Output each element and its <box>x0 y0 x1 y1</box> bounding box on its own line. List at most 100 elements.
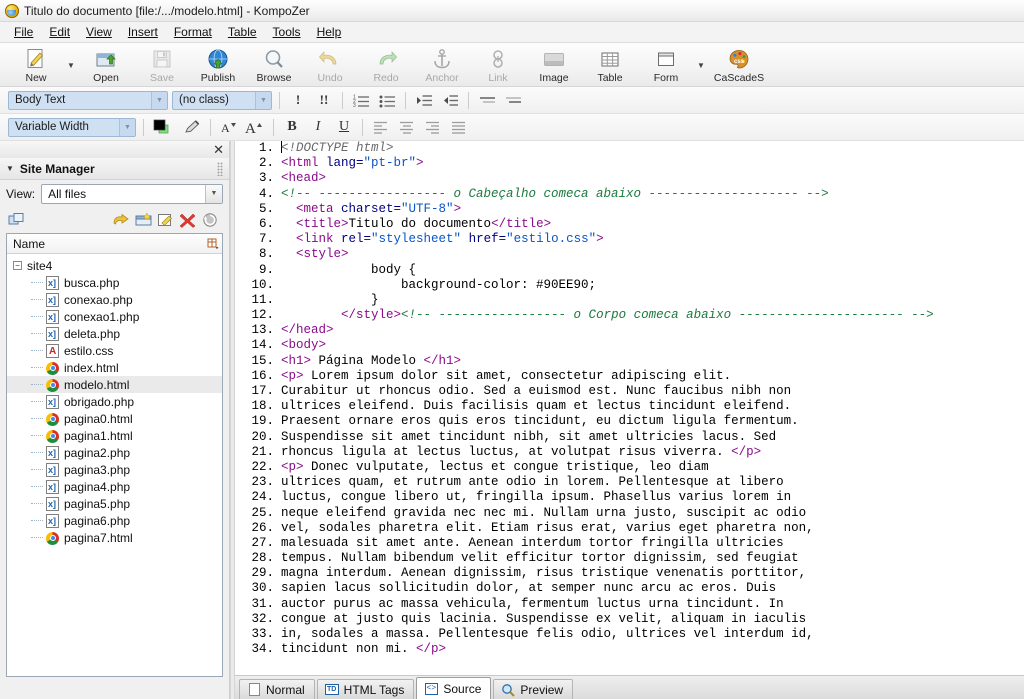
new-button[interactable]: New <box>8 44 64 86</box>
menu-help[interactable]: Help <box>309 23 350 41</box>
menu-file[interactable]: File <box>6 23 41 41</box>
source-line[interactable]: 5. <meta charset="UTF-8"> <box>235 201 1024 217</box>
menu-tools[interactable]: Tools <box>265 23 309 41</box>
indent-button[interactable] <box>413 90 435 111</box>
source-line[interactable]: 29. magna interdum. Aenean dignissim, ris… <box>235 566 1024 582</box>
file-tree-item[interactable]: pagina1.html <box>7 427 222 444</box>
tab-html-tags[interactable]: TD HTML Tags <box>316 679 415 699</box>
delete-file-icon[interactable] <box>177 209 199 231</box>
view-filter-select[interactable]: All files ▼ <box>41 183 223 204</box>
source-line[interactable]: 3. <head> <box>235 171 1024 187</box>
decrease-font-size-button[interactable]: A <box>218 117 240 138</box>
source-line[interactable]: 6. <title>Titulo do documento</title> <box>235 216 1024 233</box>
menu-edit[interactable]: Edit <box>41 23 78 41</box>
link-button[interactable]: Link <box>470 44 526 86</box>
file-tree-item[interactable]: pagina2.php <box>7 444 222 461</box>
tab-preview[interactable]: Preview <box>493 679 574 699</box>
source-line[interactable]: 13. </head> <box>235 323 1024 339</box>
source-line[interactable]: 16. <p> Lorem ipsum dolor sit amet, conse… <box>235 368 1024 384</box>
source-code-area[interactable]: 1. <!DOCTYPE html> 2. <html lang="pt-br"> 3.… <box>235 141 1024 675</box>
source-line[interactable]: 4. <!-- ----------------- o Cabeçalho com… <box>235 186 1024 202</box>
bold-button[interactable]: B <box>281 117 303 138</box>
file-tree-item[interactable]: pagina4.php <box>7 478 222 495</box>
increase-font-size-button[interactable]: A <box>244 117 266 138</box>
menu-insert[interactable]: Insert <box>120 23 166 41</box>
anchor-button[interactable]: Anchor <box>414 44 470 86</box>
file-tree-item[interactable]: conexao1.php <box>7 308 222 325</box>
source-line[interactable]: 26. vel, sodales pharetra elit. Etiam ris… <box>235 520 1024 536</box>
file-tree-item[interactable]: estilo.css <box>7 342 222 359</box>
form-button[interactable]: Form <box>638 44 694 86</box>
menu-view[interactable]: View <box>78 23 120 41</box>
source-line[interactable]: 24. luctus, congue libero ut, fringilla i… <box>235 490 1024 506</box>
source-line[interactable]: 7. <link rel="stylesheet" href="estilo.c… <box>235 232 1024 248</box>
close-icon[interactable]: ✕ <box>213 143 224 156</box>
file-tree-body[interactable]: − site4 busca.php conexao.php conexao1.php… <box>7 254 222 676</box>
file-tree-item[interactable]: pagina6.php <box>7 512 222 529</box>
file-tree-item[interactable]: pagina3.php <box>7 461 222 478</box>
definition-description-button[interactable] <box>502 90 524 111</box>
tree-root-site4[interactable]: − site4 <box>7 257 222 274</box>
tab-normal[interactable]: Normal <box>239 679 315 699</box>
bulleted-list-button[interactable] <box>376 90 398 111</box>
menu-table[interactable]: Table <box>220 23 265 41</box>
source-line[interactable]: 27. malesuada sit amet ante. Aenean inter… <box>235 535 1024 552</box>
undo-button[interactable]: Undo <box>302 44 358 86</box>
refresh-icon[interactable] <box>199 209 221 231</box>
cascades-button[interactable]: css CaScadeS <box>708 44 770 86</box>
source-line[interactable]: 19. Praesent ornare eros quis eros tincid… <box>235 414 1024 430</box>
source-line[interactable]: 33. in, sodales a massa. Pellentesque fel… <box>235 627 1024 643</box>
outdent-button[interactable] <box>439 90 461 111</box>
source-line[interactable]: 31. auctor purus ac massa vehicula, ferme… <box>235 596 1024 612</box>
class-select[interactable]: (no class) ▼ <box>172 90 272 110</box>
new-folder-icon[interactable] <box>133 209 155 231</box>
source-line[interactable]: 23. ultrices quam, et rutrum ante odio in… <box>235 475 1024 491</box>
file-tree-item[interactable]: index.html <box>7 359 222 376</box>
file-tree-item[interactable]: modelo.html <box>7 376 222 393</box>
file-tree-item[interactable]: pagina0.html <box>7 410 222 427</box>
source-line[interactable]: 32. congue at justo quis lacinia. Suspend… <box>235 611 1024 627</box>
file-tree-item[interactable]: deleta.php <box>7 325 222 342</box>
paragraph-style-select[interactable]: Body Text ▼ <box>8 90 168 110</box>
source-line[interactable]: 9. body { <box>235 262 1024 278</box>
edit-sites-icon[interactable] <box>6 209 28 231</box>
site-file-tree[interactable]: Name − site4 busca <box>6 233 223 677</box>
source-line[interactable]: 11. } <box>235 292 1024 309</box>
source-line[interactable]: 12. </style><!-- ----------------- o Cor… <box>235 308 1024 324</box>
menu-format[interactable]: Format <box>166 23 220 41</box>
strong-emphasis-button[interactable]: !! <box>313 90 335 111</box>
rename-file-icon[interactable] <box>155 209 177 231</box>
file-tree-item[interactable]: pagina5.php <box>7 495 222 512</box>
file-list[interactable]: busca.php conexao.php conexao1.php deleta.p… <box>7 274 222 546</box>
image-button[interactable]: Image <box>526 44 582 86</box>
source-line[interactable]: 30. sapien lacus sollicitudin dolor, at s… <box>235 581 1024 597</box>
align-justify-button[interactable] <box>448 117 470 138</box>
collapse-triangle-icon[interactable]: ▼ <box>6 164 14 173</box>
new-dropdown-caret[interactable]: ▼ <box>64 44 78 86</box>
source-line[interactable]: 1. <!DOCTYPE html> <box>235 141 1024 157</box>
panel-grip-handle[interactable] <box>217 161 223 176</box>
highlight-color-button[interactable] <box>181 117 203 138</box>
numbered-list-button[interactable]: 1 2 3 <box>350 90 372 111</box>
align-center-button[interactable] <box>396 117 418 138</box>
column-picker-icon[interactable] <box>204 235 222 253</box>
italic-button[interactable]: I <box>307 117 329 138</box>
file-tree-item[interactable]: pagina7.html <box>7 529 222 546</box>
source-line[interactable]: 18. ultrices eleifend. Duis facilisis qua… <box>235 399 1024 415</box>
source-line[interactable]: 34. tincidunt non mi. </p> <box>235 642 1024 658</box>
source-line[interactable]: 14. <body> <box>235 338 1024 354</box>
source-line[interactable]: 17. Curabitur ut rhoncus odio. Sed a euis… <box>235 384 1024 400</box>
source-line[interactable]: 25. neque eleifend gravida nec nec mi. Nu… <box>235 505 1024 521</box>
source-line[interactable]: 2. <html lang="pt-br"> <box>235 156 1024 172</box>
file-tree-item[interactable]: obrigado.php <box>7 393 222 410</box>
source-line[interactable]: 20. Suspendisse sit amet tincidunt nibh, … <box>235 429 1024 445</box>
open-button[interactable]: Open <box>78 44 134 86</box>
redo-button[interactable]: Redo <box>358 44 414 86</box>
source-line[interactable]: 8. <style> <box>235 247 1024 263</box>
source-line[interactable]: 28. tempus. Nullam bibendum velit efficit… <box>235 551 1024 567</box>
source-line[interactable]: 21. rhoncus ligula at lectus luctus, at v… <box>235 444 1024 460</box>
save-button[interactable]: Save <box>134 44 190 86</box>
align-right-button[interactable] <box>422 117 444 138</box>
font-select[interactable]: Variable Width ▼ <box>8 117 136 137</box>
collapse-expander-icon[interactable]: − <box>13 261 22 270</box>
